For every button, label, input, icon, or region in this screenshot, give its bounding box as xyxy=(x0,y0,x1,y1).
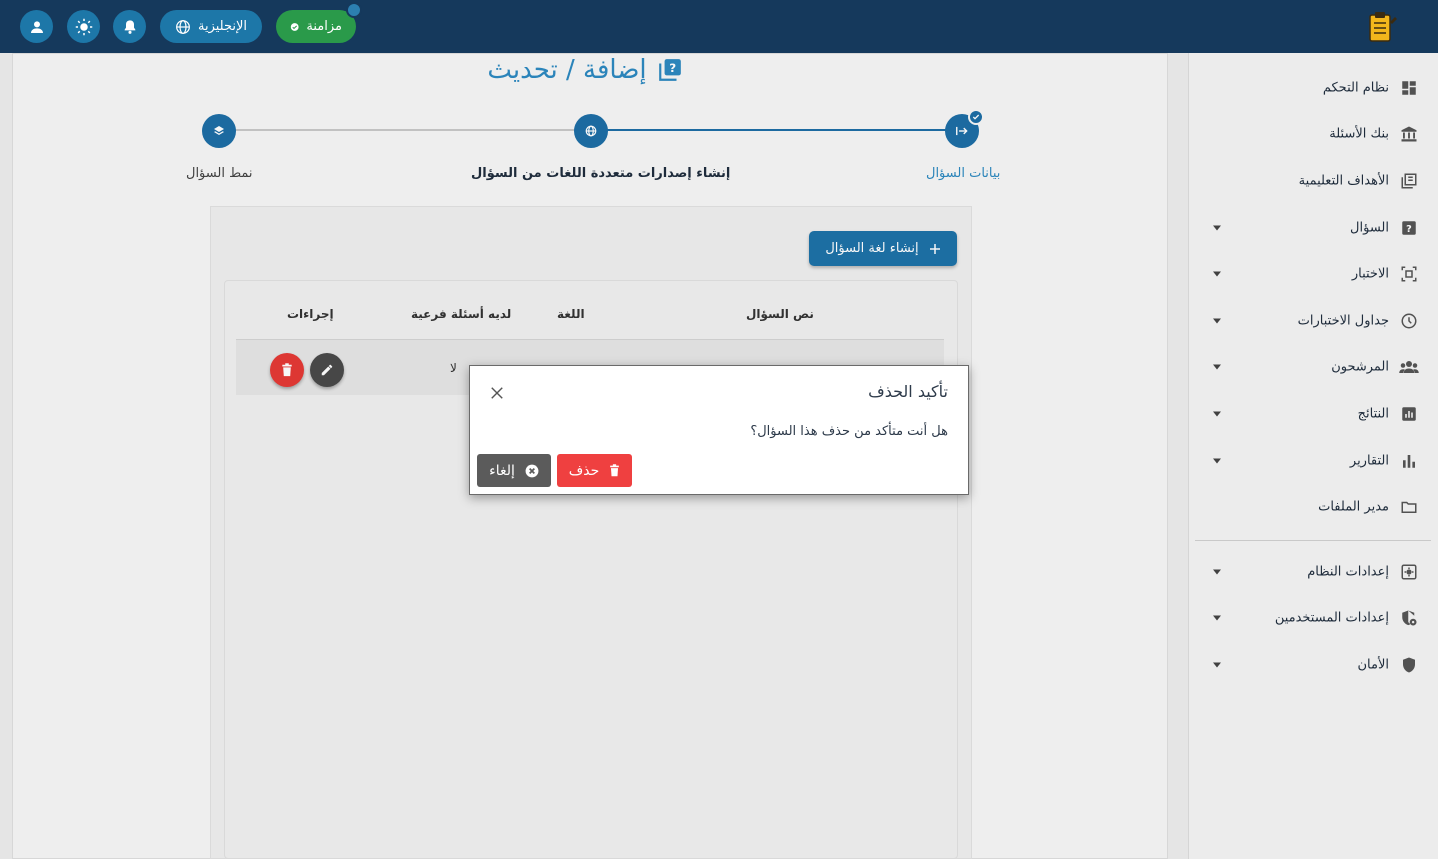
check-circle-icon xyxy=(290,22,299,31)
theme-button[interactable] xyxy=(67,10,100,43)
bell-icon xyxy=(124,19,135,34)
cancel-button[interactable]: إلغاء xyxy=(477,454,551,487)
sync-status-dot xyxy=(346,2,362,18)
close-icon[interactable] xyxy=(490,386,504,400)
dialog-message: هل أنت متأكد من حذف هذا السؤال؟ xyxy=(750,424,948,439)
sun-icon xyxy=(75,18,92,35)
confirm-delete-button[interactable]: حذف xyxy=(557,454,632,487)
cancel-button-label: إلغاء xyxy=(489,462,515,479)
dialog-title: تأكيد الحذف xyxy=(868,382,948,401)
sync-button[interactable]: مزامنة xyxy=(276,2,362,43)
trash-icon xyxy=(610,464,620,477)
language-switcher[interactable]: الإنجليزية xyxy=(160,10,262,43)
globe-icon xyxy=(176,19,190,34)
confirm-delete-dialog: تأكيد الحذف هل أنت متأكد من حذف هذا السؤ… xyxy=(469,365,969,495)
language-label: الإنجليزية xyxy=(197,19,248,34)
app-logo[interactable] xyxy=(1366,10,1398,44)
delete-button-label: حذف xyxy=(568,462,600,479)
close-circle-icon xyxy=(525,464,539,477)
logo-icon xyxy=(1369,12,1397,42)
user-button[interactable] xyxy=(20,10,53,43)
notifications-button[interactable] xyxy=(113,10,146,43)
sync-label: مزامنة xyxy=(306,19,342,34)
user-icon xyxy=(30,20,43,33)
top-bar: الإنجليزية مزامنة xyxy=(0,0,1438,53)
